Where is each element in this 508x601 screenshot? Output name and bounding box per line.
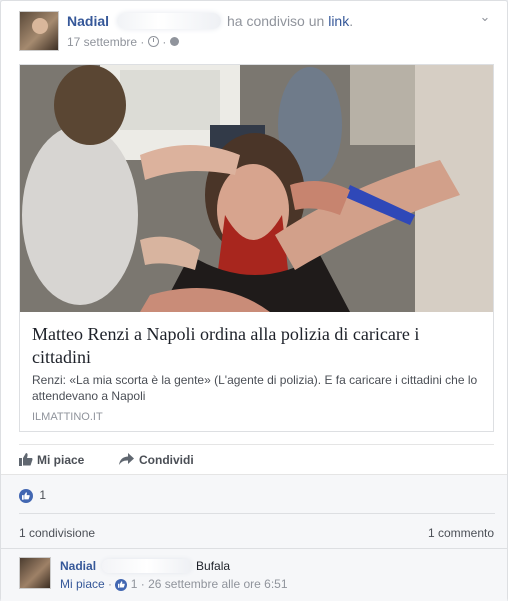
action-end: . [349,13,354,29]
link-source: ILMATTINO.IT [32,411,103,423]
comment-body: Nadial Bufala [60,559,230,573]
like-label: Mi piace [37,453,85,467]
clock-icon [148,36,160,48]
like-reaction-icon [115,578,128,591]
redacted-name [117,13,222,29]
like-count: 1 [39,488,47,502]
meta-separator: · [140,34,145,49]
link-description: Renzi: «La mia scorta è la gente» (L'age… [32,373,478,403]
action-text: ha condiviso un [227,13,325,29]
post-headline: Nadial ha condiviso un link. [67,13,353,29]
like-reaction-icon [19,488,33,503]
like-button[interactable]: Mi piace [19,453,84,467]
link-title[interactable]: Matteo Renzi a Napoli ordina alla polizi… [32,323,482,369]
thumbs-up-icon [19,453,33,466]
comment-text: Bufala [196,559,231,573]
share-button[interactable]: Condividi [119,453,194,467]
link-image[interactable] [20,65,493,312]
link-preview[interactable]: Matteo Renzi a Napoli ordina alla polizi… [19,64,494,432]
chevron-down-icon[interactable]: ⌄ [479,10,491,23]
comment-time[interactable]: 26 settembre alle ore 6:51 [148,577,287,591]
post-card: Nadial ha condiviso un link. 17 settembre… [0,0,508,601]
divider [19,513,495,514]
meta-separator: · [162,34,167,49]
author-avatar[interactable] [19,11,59,51]
comment-like-link[interactable]: Mi piace [60,577,105,591]
post-meta: 17 settembre · · [67,34,180,49]
author-name[interactable]: Nadia [67,13,105,29]
action-link[interactable]: link [328,13,349,29]
author-name-suffix[interactable]: l [105,13,109,29]
globe-icon[interactable] [170,37,180,47]
reactions-bar: 1 1 condivisione 1 commento [1,474,507,549]
comment-like-count[interactable]: 1 [131,577,138,591]
commenter-name[interactable]: Nadia [60,559,93,573]
commenter-name-suffix[interactable]: l [93,559,96,573]
comment-count[interactable]: 1 commento [428,526,494,540]
share-label: Condividi [139,453,194,467]
redacted-name [102,559,193,573]
meta-separator: · [140,577,145,591]
post-date[interactable]: 17 settembre [67,35,137,49]
post-header: Nadial ha condiviso un link. 17 settembre… [19,10,495,53]
commenter-avatar[interactable] [19,557,51,589]
share-count[interactable]: 1 condivisione [19,526,95,540]
comment-section: Nadial Bufala Mi piace · 1 · 26 settembre… [1,548,507,601]
post-actions: Mi piace Condividi [19,444,494,475]
share-arrow-icon [119,453,134,465]
reaction-summary[interactable]: 1 [19,488,46,503]
meta-separator: · [108,577,113,591]
comment-meta: Mi piace · 1 · 26 settembre alle ore 6:5… [60,577,288,591]
